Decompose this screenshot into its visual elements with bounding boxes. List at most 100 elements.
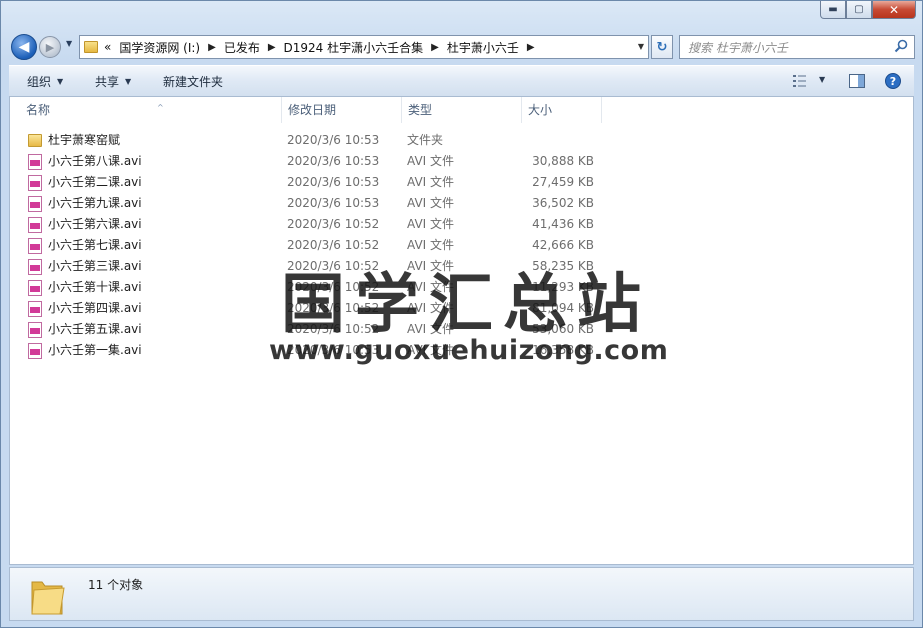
forward-button[interactable]: ▶ [39, 36, 61, 58]
file-date: 2020/3/6 10:53 [287, 343, 380, 357]
file-type: 文件夹 [407, 133, 444, 147]
breadcrumb-drive[interactable]: 国学资源网 (I:) [119, 39, 200, 56]
file-rows: 杜宇萧寒窑赋 2020/3/6 10:53 文件夹小六壬第八课.avi 2020/3/… [10, 130, 913, 361]
avi-file-icon [28, 300, 42, 317]
refresh-icon: ↻ [656, 39, 668, 55]
column-header-date[interactable]: 修改日期 [282, 97, 402, 123]
file-row[interactable]: 小六壬第十课.avi 2020/3/6 10:52 AVI 文件 11,293 KB [10, 277, 913, 298]
maximize-button[interactable]: ▢ [846, 1, 872, 19]
folder-icon [84, 41, 98, 53]
file-name-cell[interactable]: 小六壬第四课.avi [28, 298, 142, 319]
recent-pages-dropdown[interactable]: ▼ [66, 39, 72, 48]
command-bar: 组织 ▼ 共享 ▼ 新建文件夹 ▼ ? [9, 65, 914, 97]
file-row[interactable]: 小六壬第二课.avi 2020/3/6 10:53 AVI 文件 27,459 KB [10, 172, 913, 193]
file-date: 2020/3/6 10:52 [287, 322, 380, 336]
file-type: AVI 文件 [407, 238, 455, 252]
search-box[interactable]: 搜索 杜宇萧小六壬 [679, 35, 915, 59]
file-type: AVI 文件 [407, 322, 455, 336]
chevron-down-icon: ▼ [57, 77, 64, 86]
file-name-cell[interactable]: 小六壬第一集.avi [28, 340, 142, 361]
file-date: 2020/3/6 10:53 [287, 196, 380, 210]
file-row[interactable]: 小六壬第八课.avi 2020/3/6 10:53 AVI 文件 30,888 KB [10, 151, 913, 172]
share-label: 共享 [95, 75, 120, 89]
file-row[interactable]: 小六壬第五课.avi 2020/3/6 10:52 AVI 文件 53,060 KB [10, 319, 913, 340]
breadcrumb-separator-icon[interactable]: ▶ [431, 42, 439, 53]
forward-arrow-icon: ▶ [45, 40, 55, 54]
file-type: AVI 文件 [407, 259, 455, 273]
file-date: 2020/3/6 10:52 [287, 280, 380, 294]
refresh-button[interactable]: ↻ [651, 35, 673, 59]
breadcrumb-overflow[interactable]: « [104, 40, 111, 54]
breadcrumb-collection[interactable]: D1924 杜宇潇小六壬合集 [284, 39, 424, 56]
file-date: 2020/3/6 10:52 [287, 217, 380, 231]
file-size: 11,293 KB [532, 280, 594, 294]
search-placeholder: 搜索 杜宇萧小六壬 [688, 40, 788, 55]
explorer-window: ▬ ▢ ✕ ◀ ▶ ▼ « 国学资源网 (I:) ▶ 已发布 ▶ D1924 杜… [0, 0, 923, 628]
avi-file-icon [28, 174, 42, 191]
avi-file-icon [28, 216, 42, 233]
avi-file-icon [28, 342, 42, 359]
organize-button[interactable]: 组织 ▼ [27, 66, 63, 97]
file-row[interactable]: 小六壬第三课.avi 2020/3/6 10:52 AVI 文件 58,235 KB [10, 256, 913, 277]
file-name: 小六壬第二课.avi [48, 175, 142, 189]
file-size: 16,358 KB [532, 343, 594, 357]
breadcrumb-current-folder[interactable]: 杜宇萧小六壬 [447, 39, 519, 56]
file-name-cell[interactable]: 小六壬第九课.avi [28, 193, 142, 214]
file-row[interactable]: 小六壬第九课.avi 2020/3/6 10:53 AVI 文件 36,502 KB [10, 193, 913, 214]
breadcrumb-separator-icon[interactable]: ▶ [268, 42, 276, 53]
column-header-type[interactable]: 类型 [402, 97, 522, 123]
back-button[interactable]: ◀ [11, 34, 37, 60]
share-button[interactable]: 共享 ▼ [95, 66, 131, 97]
view-options-icon[interactable] [793, 74, 811, 88]
file-type: AVI 文件 [407, 301, 455, 315]
file-date: 2020/3/6 10:53 [287, 133, 380, 147]
file-row[interactable]: 小六壬第六课.avi 2020/3/6 10:52 AVI 文件 41,436 KB [10, 214, 913, 235]
file-name-cell[interactable]: 小六壬第五课.avi [28, 319, 142, 340]
help-icon[interactable]: ? [885, 73, 901, 89]
file-row[interactable]: 小六壬第一集.avi 2020/3/6 10:53 AVI 文件 16,358 KB [10, 340, 913, 361]
file-row[interactable]: 小六壬第七课.avi 2020/3/6 10:52 AVI 文件 42,666 KB [10, 235, 913, 256]
back-arrow-icon: ◀ [18, 39, 30, 55]
close-button[interactable]: ✕ [872, 1, 916, 19]
file-date: 2020/3/6 10:52 [287, 238, 380, 252]
column-headers: 名称 ^ 修改日期 类型 大小 [10, 97, 913, 123]
file-date: 2020/3/6 10:53 [287, 154, 380, 168]
preview-pane-icon[interactable] [849, 74, 865, 88]
folder-row[interactable]: 杜宇萧寒窑赋 2020/3/6 10:53 文件夹 [10, 130, 913, 151]
column-header-size[interactable]: 大小 [522, 97, 602, 123]
breadcrumb-published[interactable]: 已发布 [224, 39, 260, 56]
breadcrumb-separator-icon[interactable]: ▶ [527, 42, 535, 53]
avi-file-icon [28, 279, 42, 296]
file-name: 小六壬第八课.avi [48, 154, 142, 168]
file-size: 81,094 KB [532, 301, 594, 315]
file-row[interactable]: 小六壬第四课.avi 2020/3/6 10:52 AVI 文件 81,094 KB [10, 298, 913, 319]
file-name-cell[interactable]: 小六壬第七课.avi [28, 235, 142, 256]
search-icon[interactable] [894, 39, 908, 53]
address-bar[interactable]: « 国学资源网 (I:) ▶ 已发布 ▶ D1924 杜宇潇小六壬合集 ▶ 杜宇… [79, 35, 649, 59]
avi-file-icon [28, 258, 42, 275]
address-dropdown-icon[interactable]: ▼ [638, 42, 644, 51]
item-count: 11 个对象 [88, 578, 144, 592]
breadcrumb-separator-icon[interactable]: ▶ [208, 42, 216, 53]
file-name: 小六壬第七课.avi [48, 238, 142, 252]
column-header-name[interactable]: 名称 ^ [20, 97, 282, 123]
file-name: 杜宇萧寒窑赋 [48, 133, 121, 147]
file-list-pane[interactable]: 名称 ^ 修改日期 类型 大小 杜宇萧寒窑赋 2020/3/6 10:53 文件夹小六… [9, 97, 914, 565]
organize-label: 组织 [27, 75, 52, 89]
file-name: 小六壬第六课.avi [48, 217, 142, 231]
file-name-cell[interactable]: 小六壬第二课.avi [28, 172, 142, 193]
view-dropdown-icon[interactable]: ▼ [819, 75, 825, 84]
navigation-bar: ◀ ▶ ▼ « 国学资源网 (I:) ▶ 已发布 ▶ D1924 杜宇潇小六壬合… [9, 33, 915, 61]
file-name-cell[interactable]: 小六壬第六课.avi [28, 214, 142, 235]
file-name-cell[interactable]: 小六壬第十课.avi [28, 277, 142, 298]
column-name-label: 名称 [26, 103, 51, 117]
file-name: 小六壬第四课.avi [48, 301, 142, 315]
file-size: 42,666 KB [532, 238, 594, 252]
new-folder-button[interactable]: 新建文件夹 [163, 66, 223, 97]
file-name-cell[interactable]: 杜宇萧寒窑赋 [28, 130, 120, 151]
file-name-cell[interactable]: 小六壬第八课.avi [28, 151, 142, 172]
file-name-cell[interactable]: 小六壬第三课.avi [28, 256, 142, 277]
folder-large-icon [31, 581, 65, 615]
minimize-button[interactable]: ▬ [820, 1, 846, 19]
file-name: 小六壬第三课.avi [48, 259, 142, 273]
